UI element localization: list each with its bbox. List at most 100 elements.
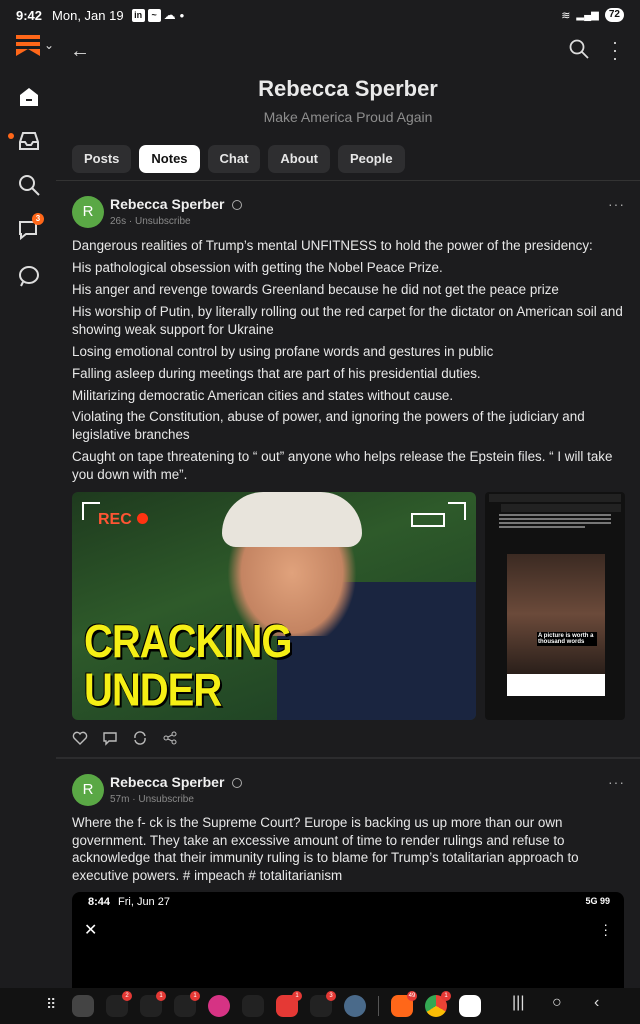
home-icon[interactable] bbox=[16, 84, 42, 110]
tab-about[interactable]: About bbox=[268, 145, 330, 173]
home-button-icon[interactable]: ○ bbox=[552, 994, 562, 1012]
note-time: 57m bbox=[110, 794, 130, 805]
avatar[interactable]: R bbox=[72, 774, 104, 806]
screenshot-toolbar bbox=[501, 504, 621, 512]
publication-tabs: Posts Notes Chat About People bbox=[72, 145, 405, 173]
back-arrow-icon[interactable]: ← bbox=[70, 40, 90, 63]
chat-badge: 3 bbox=[32, 213, 44, 225]
embed-signal: 5G bbox=[585, 896, 598, 906]
status-time: 9:42 bbox=[16, 7, 43, 23]
app-folder-icon[interactable] bbox=[242, 995, 264, 1017]
app-badge: 1 bbox=[292, 991, 302, 1001]
note-paragraph: His anger and revenge towards Greenland … bbox=[72, 281, 559, 297]
more-horizontal-icon[interactable]: ··· bbox=[608, 196, 625, 212]
more-vertical-icon[interactable]: · · · bbox=[612, 33, 618, 67]
tab-chat[interactable]: Chat bbox=[207, 145, 261, 173]
divider bbox=[56, 180, 640, 181]
rec-dot-icon bbox=[136, 513, 148, 524]
unsubscribe-link[interactable]: Unsubscribe bbox=[135, 216, 191, 227]
share-icon[interactable] bbox=[162, 730, 178, 746]
screenshot-text-line bbox=[499, 514, 611, 516]
dock-separator bbox=[378, 996, 379, 1016]
news-app-icon[interactable]: 1 bbox=[276, 991, 302, 1017]
note-embedded-screenshot[interactable]: 8:44 Fri, Jun 27 5G 99 ✕ · · · bbox=[72, 892, 624, 988]
screenshot-statusbar bbox=[489, 494, 621, 502]
dot-icon: • bbox=[179, 7, 185, 23]
inbox-unread-dot bbox=[8, 133, 14, 139]
note-author[interactable]: Rebecca Sperber bbox=[110, 196, 243, 212]
linkedin-icon: in bbox=[131, 8, 145, 22]
analytics-app-icon[interactable] bbox=[459, 995, 481, 1017]
recents-icon[interactable]: ||| bbox=[512, 994, 524, 1012]
app-badge: 1 bbox=[441, 991, 451, 1001]
substack-logo-icon[interactable] bbox=[16, 35, 40, 59]
like-icon[interactable] bbox=[72, 730, 88, 746]
image-figure-hair bbox=[222, 492, 362, 547]
more-horizontal-icon[interactable]: ··· bbox=[608, 774, 625, 790]
note-paragraph: Caught on tape threatening to “ out” any… bbox=[72, 449, 613, 482]
close-icon: ✕ bbox=[84, 922, 98, 939]
embed-time: 8:44 bbox=[88, 896, 111, 908]
frame-corner bbox=[448, 502, 466, 520]
apps-grid-icon[interactable]: ⠿ bbox=[46, 996, 56, 1013]
back-nav-icon[interactable]: ‹ bbox=[594, 994, 599, 1012]
app-folder-icon[interactable]: 3 bbox=[310, 991, 336, 1017]
note-paragraph: Where the f- ck is the Supreme Court? Eu… bbox=[72, 815, 579, 883]
embed-status: 5G 99 bbox=[585, 896, 610, 906]
app-folder-icon[interactable]: 1 bbox=[140, 991, 166, 1017]
more-vertical-icon: · · · bbox=[603, 916, 608, 942]
note-paragraph: Losing emotional control by using profan… bbox=[72, 343, 494, 359]
screenshot-text-line bbox=[499, 526, 585, 528]
app-folder-icon[interactable]: 1 bbox=[174, 991, 200, 1017]
battery-icon bbox=[411, 513, 445, 527]
unsubscribe-link[interactable]: Unsubscribe bbox=[138, 794, 194, 805]
note-paragraph: His worship of Putin, by literally rolli… bbox=[72, 303, 623, 337]
screenshot-caption: A picture is worth a thousand words bbox=[537, 632, 597, 646]
app-folder-icon[interactable]: 2 bbox=[106, 991, 132, 1017]
avatar[interactable]: R bbox=[72, 196, 104, 228]
activity-icon[interactable] bbox=[16, 262, 42, 288]
divider bbox=[56, 757, 640, 759]
note-body: Dangerous realities of Trump’s mental UN… bbox=[72, 237, 628, 488]
note-author[interactable]: Rebecca Sperber bbox=[110, 774, 243, 790]
status-bar: 9:42 Mon, Jan 19 in ~ ☁ • ≋ ▂▄▆ 72 bbox=[0, 0, 640, 30]
note-meta: 26s · Unsubscribe bbox=[110, 216, 191, 227]
note-screenshot-thumbnail[interactable]: A picture is worth a thousand words bbox=[485, 492, 625, 720]
status-date: Mon, Jan 19 bbox=[52, 7, 124, 23]
settings-app-icon[interactable] bbox=[72, 995, 94, 1017]
author-name[interactable]: Rebecca Sperber bbox=[110, 196, 224, 212]
flower-app-icon[interactable] bbox=[208, 995, 230, 1017]
note-paragraph: Militarizing democratic American cities … bbox=[72, 387, 454, 403]
note-paragraph: Violating the Constitution, abuse of pow… bbox=[72, 409, 585, 443]
app-badge: 2 bbox=[122, 991, 132, 1001]
image-headline-line: UNDER PRESSURE!!! bbox=[84, 665, 334, 720]
chat-icon[interactable]: 3 bbox=[16, 213, 44, 242]
chrome-app-icon[interactable]: 1 bbox=[425, 991, 451, 1017]
note-time: 26s bbox=[110, 216, 127, 227]
chevron-down-icon[interactable]: ⌄ bbox=[44, 38, 54, 52]
embed-battery: 99 bbox=[599, 896, 610, 906]
tab-posts[interactable]: Posts bbox=[72, 145, 132, 173]
search-icon[interactable] bbox=[568, 38, 590, 65]
publication-title: Rebecca Sperber bbox=[258, 76, 438, 101]
system-dock: ⠿ 2 1 1 1 3 49 1 bbox=[0, 988, 640, 1024]
tab-notes[interactable]: Notes bbox=[139, 145, 200, 173]
left-rail: ⌄ 3 bbox=[0, 30, 56, 990]
signal-icon: ▂▄▆ bbox=[576, 9, 599, 21]
messenger-icon: ~ bbox=[147, 8, 161, 22]
note-actions bbox=[72, 730, 178, 746]
publication-subtitle: Make America Proud Again bbox=[263, 109, 433, 125]
wifi-icon: ≋ bbox=[561, 9, 571, 22]
inbox-icon[interactable] bbox=[16, 128, 42, 154]
search-icon[interactable] bbox=[16, 172, 42, 198]
comment-icon[interactable] bbox=[102, 730, 118, 746]
restack-icon[interactable] bbox=[132, 730, 148, 746]
tab-people[interactable]: People bbox=[337, 145, 405, 173]
photo-app-icon[interactable] bbox=[344, 995, 366, 1017]
substack-app-icon[interactable]: 49 bbox=[391, 991, 417, 1017]
app-badge: 49 bbox=[407, 991, 417, 1001]
app-badge: 1 bbox=[156, 991, 166, 1001]
settings-icon bbox=[232, 778, 243, 788]
note-image-thumbnail[interactable]: REC CRACKING UNDER PRESSURE!!! bbox=[72, 492, 476, 720]
author-name[interactable]: Rebecca Sperber bbox=[110, 774, 224, 790]
